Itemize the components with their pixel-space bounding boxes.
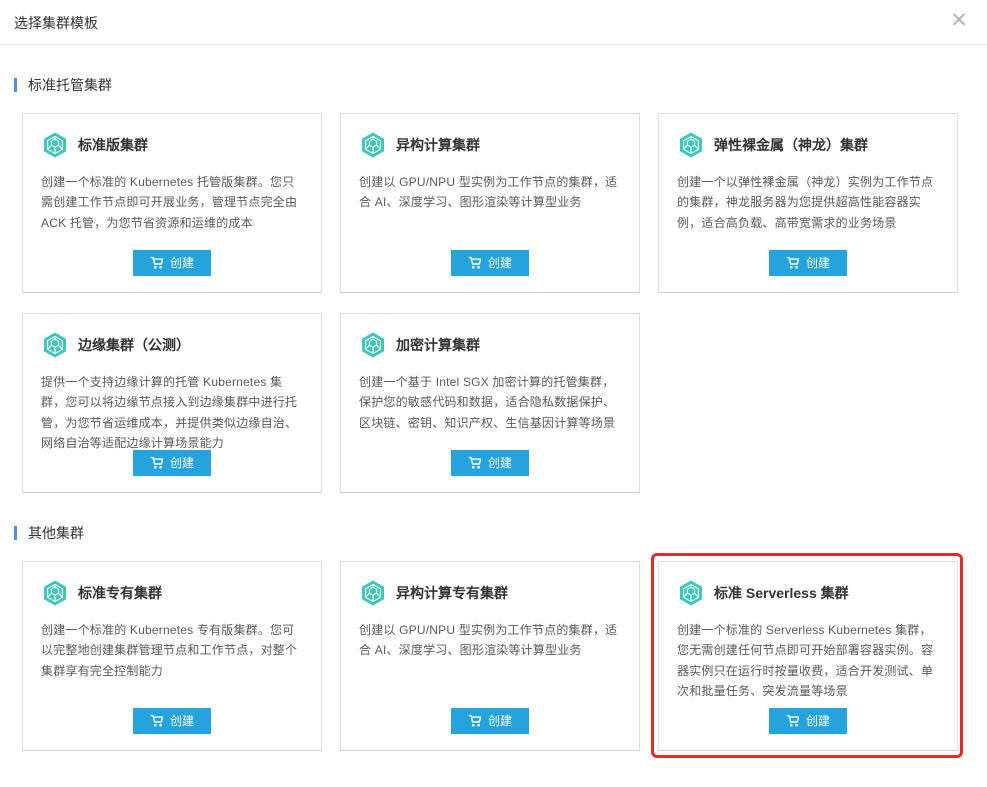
card-description: 创建一个以弹性裸金属（神龙）实例为工作节点的集群，神龙服务器为您提供超高性能容器… — [677, 172, 939, 233]
cluster-cube-icon — [41, 579, 69, 607]
cluster-cube-icon — [41, 131, 69, 159]
section-accent-bar — [14, 526, 17, 540]
close-icon[interactable]: ✕ — [947, 8, 971, 32]
card-encrypted-computing-cluster: 加密计算集群 创建一个基于 Intel SGX 加密计算的托管集群，保护您的敏感… — [340, 313, 640, 493]
card-title: 弹性裸金属（神龙）集群 — [714, 135, 868, 155]
cards-row-2: 边缘集群（公测） 提供一个支持边缘计算的托管 Kubernetes 集群，您可以… — [22, 313, 987, 493]
create-button[interactable]: 创建 — [451, 450, 529, 476]
create-button[interactable]: 创建 — [451, 708, 529, 734]
create-button[interactable]: 创建 — [451, 250, 529, 276]
card-description: 创建一个基于 Intel SGX 加密计算的托管集群，保护您的敏感代码和数据，适… — [359, 372, 621, 433]
create-button[interactable]: 创建 — [769, 708, 847, 734]
create-button[interactable]: 创建 — [133, 708, 211, 734]
card-edge-cluster: 边缘集群（公测） 提供一个支持边缘计算的托管 Kubernetes 集群，您可以… — [22, 313, 322, 493]
cart-icon — [150, 456, 163, 469]
card-standard-managed-cluster: 标准版集群 创建一个标准的 Kubernetes 托管版集群。您只需创建工作节点… — [22, 113, 322, 293]
card-description: 创建以 GPU/NPU 型实例为工作节点的集群，适合 AI、深度学习、图形渲染等… — [359, 172, 621, 213]
create-button[interactable]: 创建 — [133, 450, 211, 476]
create-button[interactable]: 创建 — [133, 250, 211, 276]
section-heading-managed: 标准托管集群 — [14, 77, 987, 93]
card-standard-serverless-cluster: 标准 Serverless 集群 创建一个标准的 Serverless Kube… — [658, 561, 958, 751]
card-title: 加密计算集群 — [396, 335, 480, 355]
card-heterogeneous-dedicated-cluster: 异构计算专有集群 创建以 GPU/NPU 型实例为工作节点的集群，适合 AI、深… — [340, 561, 640, 751]
card-title: 边缘集群（公测） — [78, 335, 190, 355]
cart-icon — [468, 256, 481, 269]
card-description: 创建以 GPU/NPU 型实例为工作节点的集群，适合 AI、深度学习、图形渲染等… — [359, 620, 621, 661]
card-standard-dedicated-cluster: 标准专有集群 创建一个标准的 Kubernetes 专有版集群。您可以完整地创建… — [22, 561, 322, 751]
cart-icon — [786, 256, 799, 269]
card-title: 异构计算专有集群 — [396, 583, 508, 603]
cluster-cube-icon — [359, 331, 387, 359]
card-description: 创建一个标准的 Kubernetes 专有版集群。您可以完整地创建集群管理节点和… — [41, 620, 303, 681]
card-description: 创建一个标准的 Kubernetes 托管版集群。您只需创建工作节点即可开展业务… — [41, 172, 303, 233]
serverless-card-highlight-wrap: 标准 Serverless 集群 创建一个标准的 Serverless Kube… — [658, 561, 958, 751]
cart-icon — [150, 714, 163, 727]
cluster-cube-icon — [677, 579, 705, 607]
card-description: 提供一个支持边缘计算的托管 Kubernetes 集群，您可以将边缘节点接入到边… — [41, 372, 303, 454]
card-heterogeneous-cluster: 异构计算集群 创建以 GPU/NPU 型实例为工作节点的集群，适合 AI、深度学… — [340, 113, 640, 293]
card-title: 标准版集群 — [78, 135, 148, 155]
cards-row-1: 标准版集群 创建一个标准的 Kubernetes 托管版集群。您只需创建工作节点… — [22, 113, 987, 293]
section-heading-other: 其他集群 — [14, 525, 987, 541]
cards-row-3: 标准专有集群 创建一个标准的 Kubernetes 专有版集群。您可以完整地创建… — [22, 561, 987, 751]
cluster-cube-icon — [41, 331, 69, 359]
cluster-cube-icon — [677, 131, 705, 159]
card-title: 标准专有集群 — [78, 583, 162, 603]
section-accent-bar — [14, 78, 17, 92]
cart-icon — [468, 456, 481, 469]
card-title: 异构计算集群 — [396, 135, 480, 155]
cluster-cube-icon — [359, 131, 387, 159]
cluster-cube-icon — [359, 579, 387, 607]
cart-icon — [150, 256, 163, 269]
cart-icon — [468, 714, 481, 727]
card-title: 标准 Serverless 集群 — [714, 583, 849, 603]
section-title: 标准托管集群 — [28, 75, 112, 95]
dialog-header: 选择集群模板 ✕ — [0, 0, 987, 45]
card-elastic-baremetal-cluster: 弹性裸金属（神龙）集群 创建一个以弹性裸金属（神龙）实例为工作节点的集群，神龙服… — [658, 113, 958, 293]
section-title: 其他集群 — [28, 523, 84, 543]
cart-icon — [786, 714, 799, 727]
dialog-title: 选择集群模板 — [14, 15, 98, 31]
create-button[interactable]: 创建 — [769, 250, 847, 276]
card-description: 创建一个标准的 Serverless Kubernetes 集群，您无需创建任何… — [677, 620, 939, 702]
